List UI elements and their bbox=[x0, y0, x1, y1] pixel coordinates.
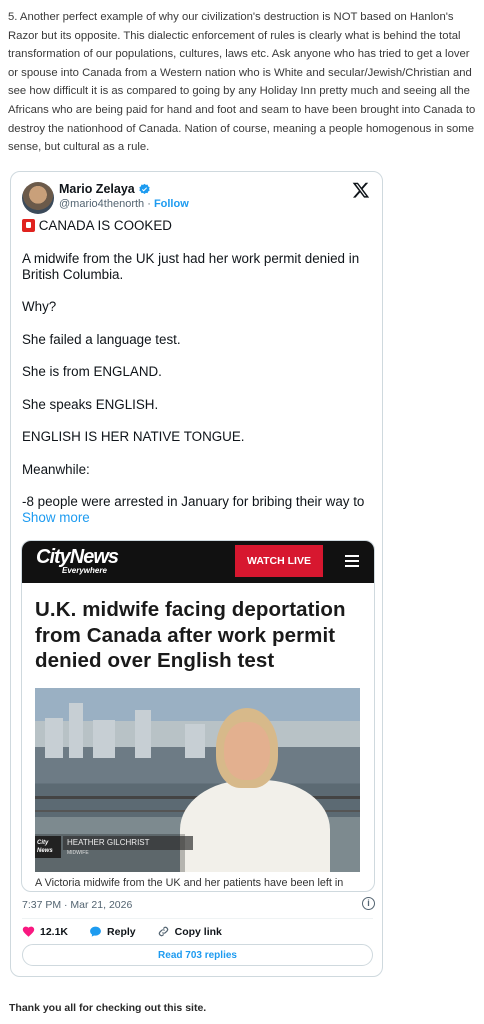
tweet-timestamp[interactable]: 7:37 PM · Mar 21, 2026 bbox=[22, 899, 132, 911]
tweet-body: CANADA IS COOKED A midwife from the UK j… bbox=[22, 218, 374, 527]
author-name-row[interactable]: Mario Zelaya bbox=[59, 182, 151, 196]
citynews-header: CityNews Everywhere WATCH LIVE bbox=[22, 541, 374, 583]
copy-link-button[interactable]: Copy link bbox=[157, 925, 222, 938]
verified-badge-icon bbox=[139, 183, 150, 194]
tweet-line: CANADA IS COOKED bbox=[22, 218, 374, 234]
tweet-line: Why? bbox=[22, 299, 57, 315]
background-building bbox=[69, 703, 83, 758]
background-building bbox=[135, 710, 151, 758]
interviewee-figure bbox=[180, 708, 330, 872]
background-building bbox=[93, 720, 115, 758]
background-building bbox=[45, 718, 63, 758]
tweet-line: Meanwhile: bbox=[22, 461, 90, 477]
author-name[interactable]: Mario Zelaya bbox=[59, 182, 135, 196]
like-button[interactable]: 12.1K bbox=[22, 925, 68, 938]
like-count: 12.1K bbox=[40, 925, 69, 938]
tweet-line: She failed a language test. bbox=[22, 331, 181, 347]
author-handle[interactable]: @mario4thenorth bbox=[59, 198, 144, 210]
watch-live-button[interactable]: WATCH LIVE bbox=[235, 545, 323, 577]
hamburger-menu-icon[interactable] bbox=[345, 555, 359, 567]
intro-paragraph: 5. Another perfect example of why our ci… bbox=[8, 11, 476, 154]
reply-button[interactable]: Reply bbox=[89, 925, 136, 938]
show-more-link[interactable]: Show more bbox=[22, 510, 90, 525]
x-logo-icon[interactable] bbox=[352, 181, 370, 199]
tweet-actions: 12.1K Reply Copy link bbox=[22, 925, 243, 938]
lower-third-role: MIDWIFE bbox=[67, 850, 89, 856]
reply-label: Reply bbox=[107, 925, 136, 938]
heart-icon bbox=[22, 926, 35, 937]
follow-button[interactable]: Follow bbox=[154, 198, 189, 210]
tweet-line: She speaks ENGLISH. bbox=[22, 396, 159, 412]
copy-link-label: Copy link bbox=[174, 925, 222, 938]
tweet-line: A midwife from the UK just had her work … bbox=[22, 250, 360, 282]
footer-text: Thank you all for checking out this site… bbox=[9, 1002, 207, 1014]
link-icon bbox=[158, 926, 168, 937]
avatar[interactable] bbox=[22, 182, 54, 214]
article-photo[interactable]: City News HEATHER GILCHRIST MIDWIFE bbox=[35, 688, 360, 872]
reply-bubble-icon bbox=[90, 926, 101, 937]
read-replies-button[interactable]: Read 703 replies bbox=[22, 944, 373, 966]
lower-third-name: HEATHER GILCHRIST bbox=[63, 836, 193, 850]
separator-dot: · bbox=[144, 198, 154, 210]
lower-third-logo: City News bbox=[35, 836, 61, 858]
canada-flag-icon bbox=[22, 219, 35, 232]
tweet-line: ENGLISH IS HER NATIVE TONGUE. bbox=[22, 429, 245, 445]
article-caption: A Victoria midwife from the UK and her p… bbox=[35, 877, 344, 889]
news-card[interactable]: CityNews Everywhere WATCH LIVE U.K. midw… bbox=[21, 540, 375, 892]
info-icon[interactable]: i bbox=[362, 897, 375, 910]
tweet-line: -8 people were arrested in January for b… bbox=[22, 494, 365, 526]
tweet-line: She is from ENGLAND. bbox=[22, 364, 162, 380]
citynews-tagline: Everywhere bbox=[62, 566, 107, 575]
article-headline[interactable]: U.K. midwife facing deportation from Can… bbox=[35, 597, 365, 674]
author-handle-row: @mario4thenorth · Follow bbox=[59, 198, 189, 210]
embedded-tweet[interactable]: Mario Zelaya @mario4thenorth · Follow CA… bbox=[10, 171, 383, 977]
divider bbox=[22, 918, 373, 919]
